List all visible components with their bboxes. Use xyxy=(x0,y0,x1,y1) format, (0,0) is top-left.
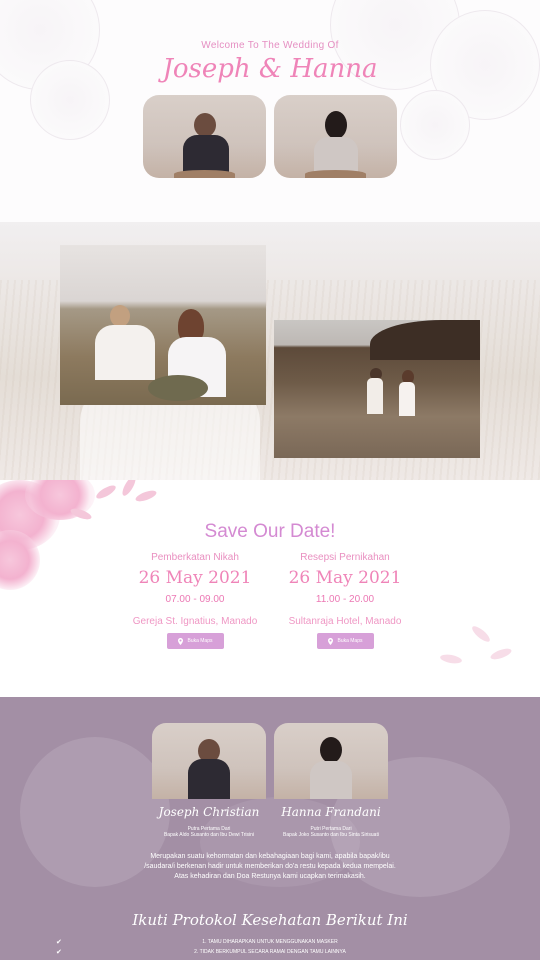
protocol-item: ✔ 1. TAMU DIHARAPKAN UNTUK MENGGUNAKAN M… xyxy=(0,937,540,947)
protocol-item-text: 2. TIDAK BERKUMPUL SECARA RAMAI DENGAN T… xyxy=(194,949,346,955)
message-line: /saudara/i berkenan hadir untuk memberik… xyxy=(144,863,396,870)
event-time: 11.00 - 20.00 xyxy=(315,594,375,605)
map-pin-icon xyxy=(178,637,184,645)
maps-button-label: Buka Maps xyxy=(337,638,363,644)
bride-parents: Putri Pertama Dari Bapak Joko Susanto da… xyxy=(271,826,391,838)
event-reception: Resepsi Pernikahan 26 May 2021 11.00 - 2… xyxy=(245,552,445,630)
groom-name: Joseph Christian xyxy=(158,805,260,819)
decorative-rose xyxy=(400,90,470,160)
event-title: Resepsi Pernikahan xyxy=(300,552,390,563)
map-pin-icon xyxy=(328,637,334,645)
gallery-photo-couple-walking xyxy=(274,320,480,458)
bride-name: Hanna Frandani xyxy=(281,805,381,819)
protocol-item: ✔ 2. TIDAK BERKUMPUL SECARA RAMAI DENGAN… xyxy=(0,947,540,957)
groom-parents: Putra Pertama Dari Bapak Aldo Susanto da… xyxy=(149,826,269,838)
open-maps-button-ceremony[interactable]: Buka Maps xyxy=(167,633,224,649)
gallery-photo-couple-sitting xyxy=(60,245,266,405)
health-protocol-title: Ikuti Protokol Kesehatan Berikut Ini xyxy=(132,911,408,929)
welcome-text: Welcome To The Wedding Of xyxy=(201,40,339,51)
event-date: 26 May 2021 xyxy=(288,568,402,588)
groom-parents-line2: Bapak Aldo Susanto dan Ibu Dewi Trisini xyxy=(163,832,255,838)
protocol-item-text: 1. TAMU DIHARAPKAN UNTUK MENGGUNAKAN MAS… xyxy=(202,939,338,945)
maps-button-label: Buka Maps xyxy=(187,638,213,644)
save-the-date-section: Save Our Date! Pemberkatan Nikah 26 May … xyxy=(0,480,540,697)
groom-photo xyxy=(152,723,266,799)
save-date-title: Save Our Date! xyxy=(204,521,336,542)
photo-gallery xyxy=(0,222,540,480)
couple-section: Joseph Christian Putra Pertama Dari Bapa… xyxy=(0,697,540,960)
bride-portrait xyxy=(274,95,397,178)
couple-names-title: Joseph & Hanna xyxy=(162,54,378,84)
message-line: Atas kehadiran dan Doa Restunya kami uca… xyxy=(174,873,366,880)
event-place: Sultanraja Hotel, Manado xyxy=(288,616,402,627)
open-maps-button-reception[interactable]: Buka Maps xyxy=(317,633,374,649)
hero-section: Welcome To The Wedding Of Joseph & Hanna xyxy=(0,0,540,222)
message-line: Merupakan suatu kehormatan dan kebahagia… xyxy=(150,853,390,860)
bride-photo xyxy=(274,723,388,799)
invitation-message: Merupakan suatu kehormatan dan kebahagia… xyxy=(120,852,420,882)
groom-portrait xyxy=(143,95,266,178)
bride-parents-line2: Bapak Joko Susanto dan Ibu Sinta Sirisua… xyxy=(283,832,379,838)
